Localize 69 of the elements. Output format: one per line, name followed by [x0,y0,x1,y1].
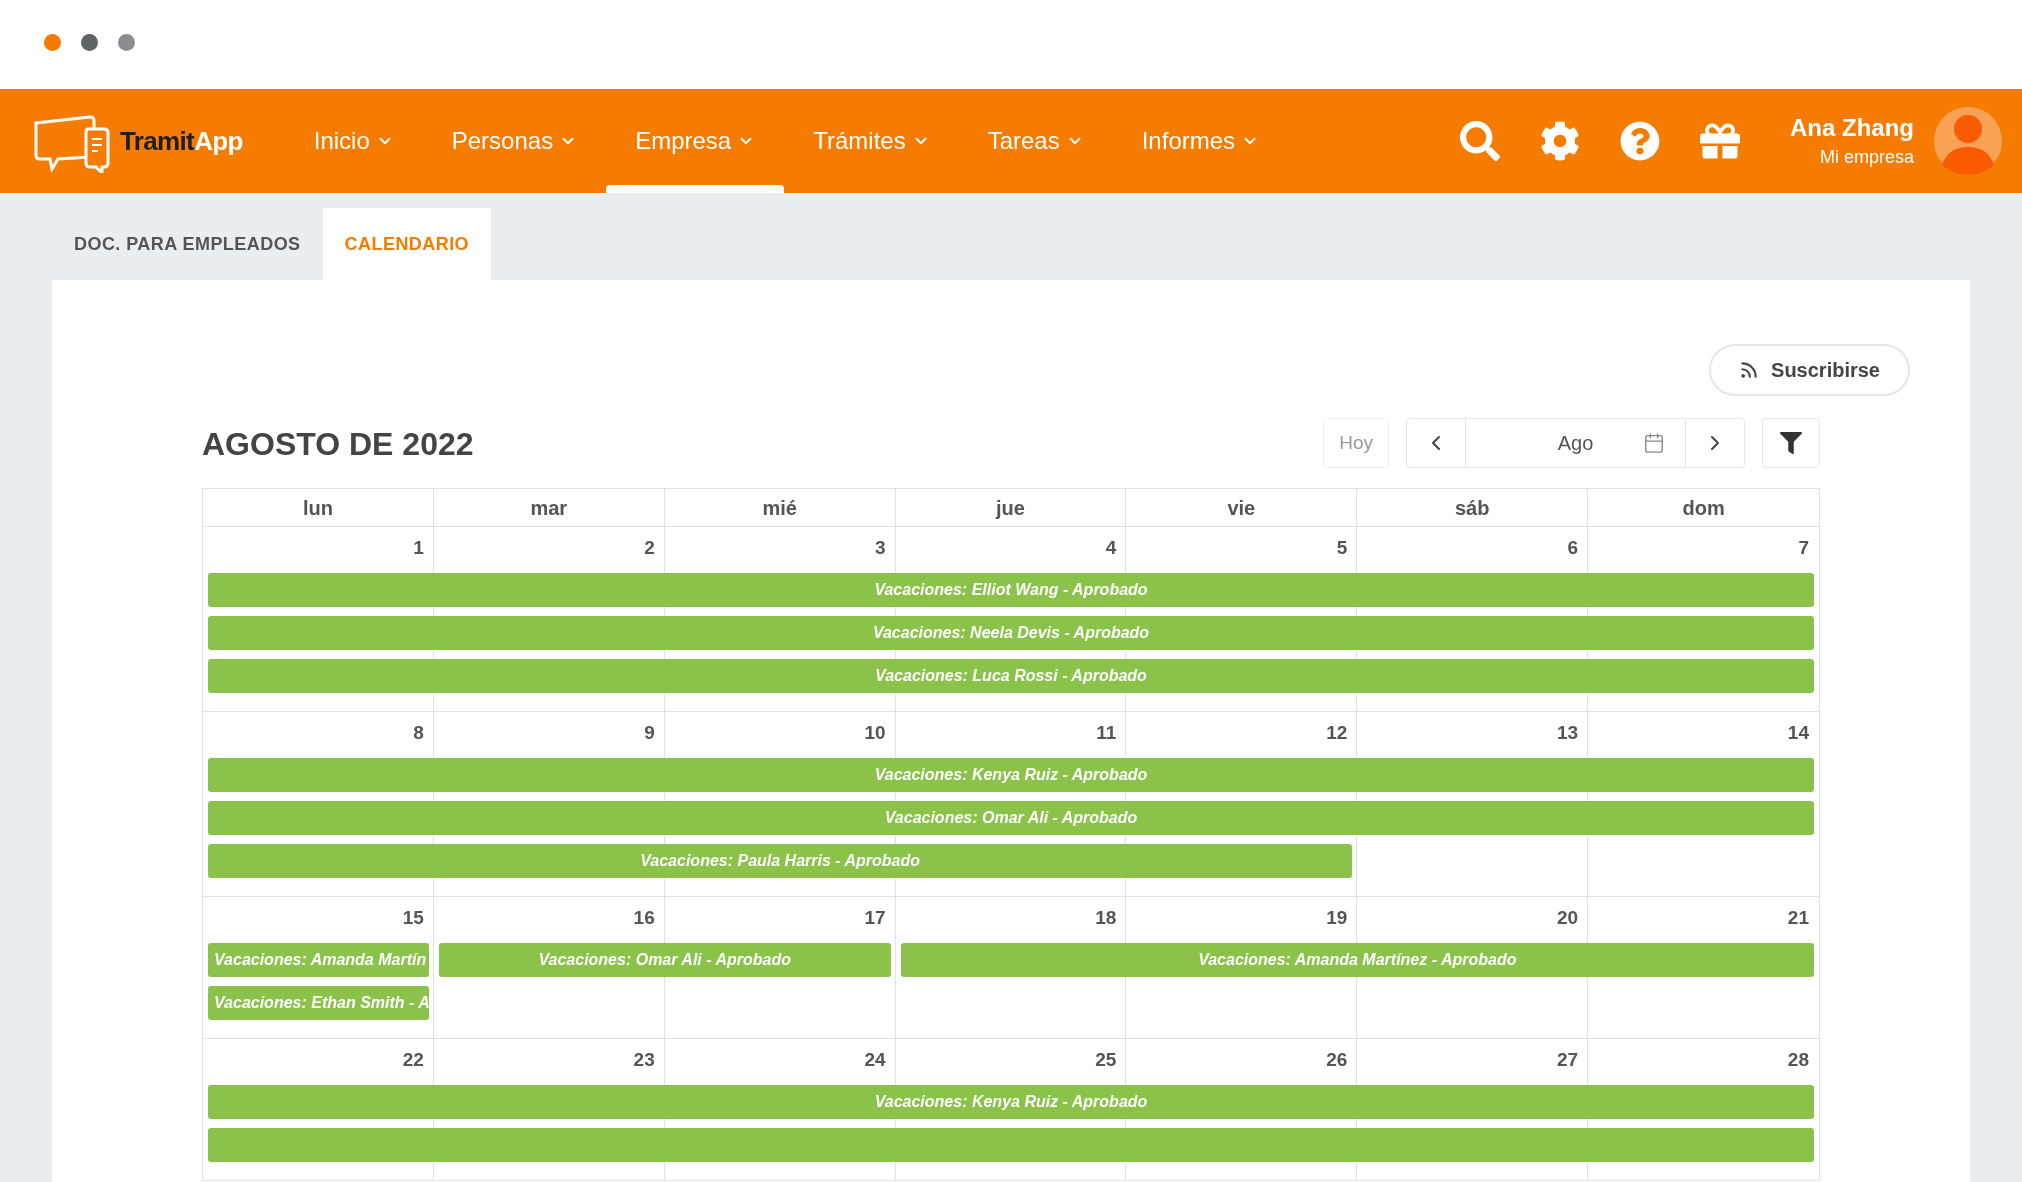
day-number: 4 [1105,535,1117,560]
day-number: 18 [1095,905,1117,930]
help-icon[interactable] [1620,121,1660,161]
day-number: 21 [1787,905,1809,930]
event-bar[interactable]: Vacaciones: Amanda Martín [208,943,429,977]
event-bar[interactable]: Vacaciones: Luca Rossi - Aprobado [208,659,1814,693]
tab[interactable]: DOC. PARA EMPLEADOS [52,208,323,280]
day-number: 6 [1567,535,1579,560]
tab[interactable]: CALENDARIO [322,208,492,280]
day-number: 22 [402,1047,424,1072]
day-number: 26 [1326,1047,1348,1072]
day-number: 23 [633,1047,655,1072]
event-bar[interactable]: Vacaciones: Amanda Martínez - Aprobado [900,943,1814,977]
day-number: 19 [1326,905,1348,930]
day-number: 11 [1096,720,1117,745]
weekday-header: lun [302,495,333,521]
search-icon[interactable] [1460,121,1500,161]
event-bar[interactable]: Vacaciones: Kenya Ruiz - Aprobado [208,758,1814,792]
day-number: 20 [1557,905,1579,930]
brand-name: TramitApp [120,124,243,158]
weekday-header: jue [996,495,1025,521]
weekday-header: mar [530,495,568,521]
day-number: 28 [1787,1047,1809,1072]
day-number: 8 [413,720,424,745]
settings-icon[interactable] [1540,121,1580,161]
day-number: 9 [644,720,655,745]
day-number: 17 [864,905,886,930]
day-number: 27 [1557,1047,1579,1072]
day-number: 25 [1095,1047,1117,1072]
weekday-header: vie [1227,495,1256,521]
day-number: 15 [402,905,424,930]
filter-icon [1780,432,1802,454]
nav-menu-item[interactable]: Tareas [958,89,1113,193]
company-name: Mi empresa [1819,145,1914,169]
event-bar[interactable]: Vacaciones: Omar Ali - Aprobado [208,801,1814,835]
subscribe-button[interactable]: Suscribirse [1709,344,1910,396]
day-number: 3 [875,535,886,560]
day-number: 5 [1336,535,1348,560]
day-number: 24 [864,1047,886,1072]
gift-icon[interactable] [1700,121,1740,161]
calendar-icon [1643,432,1665,454]
rss-icon [1739,360,1760,380]
nav-menu-item[interactable]: Trámites [784,89,959,193]
event-bar[interactable]: Vacaciones: Paula Harris - Aprobado [208,844,1353,878]
day-number: 12 [1326,720,1348,745]
weekday-header: dom [1682,495,1725,521]
nav-menu-item[interactable]: Personas [422,89,607,193]
event-bar[interactable]: Vacaciones: Ethan Smith - A [208,986,429,1020]
day-number: 2 [644,535,655,560]
day-number: 7 [1798,535,1809,560]
avatar-icon[interactable] [1934,107,2002,175]
event-bar[interactable]: Vacaciones: Kenya Ruiz - Aprobado [208,1085,1814,1119]
day-number: 10 [864,720,886,745]
event-bar[interactable]: Vacaciones: Neela Devis - Aprobado [208,616,1814,650]
event-bar[interactable]: Vacaciones: Elliot Wang - Aprobado [208,573,1814,607]
calendar-title: AGOSTO DE 2022 [202,425,474,464]
nav-menu-item[interactable]: Empresa [606,89,785,193]
weekday-header: sáb [1454,495,1490,521]
nav-menu-item[interactable]: Inicio [284,89,423,193]
weekday-header: mié [762,495,797,521]
event-bar[interactable]: Vacaciones: Omar Ali - Aprobado [438,943,891,977]
day-number: 14 [1787,720,1809,745]
day-number: 16 [633,905,655,930]
user-name: Ana Zhang [1790,112,1914,143]
nav-menu-item[interactable]: Informes [1112,89,1289,193]
day-number: 13 [1557,720,1579,745]
today-button[interactable]: Hoy [1323,418,1389,468]
filter-button[interactable] [1762,418,1820,468]
day-number: 1 [413,535,424,560]
